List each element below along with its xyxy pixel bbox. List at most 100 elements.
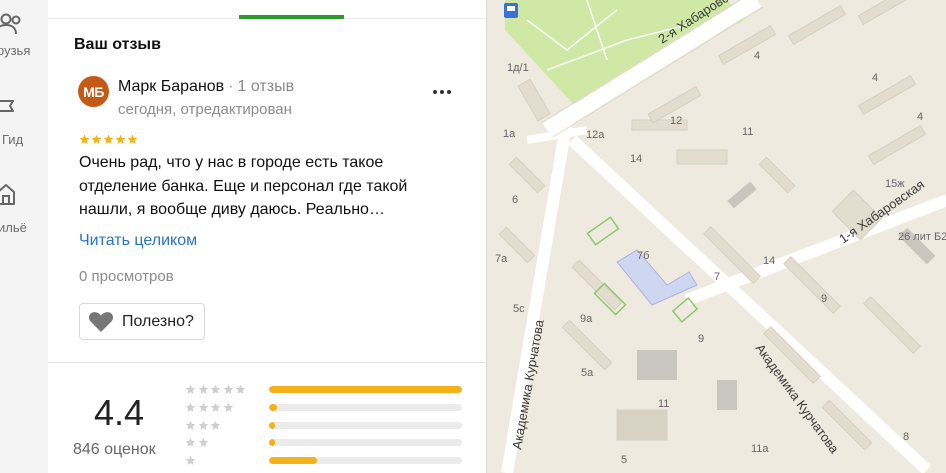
star-icon	[91, 134, 102, 144]
rating-row-stars	[185, 420, 265, 432]
rating-row-stars	[185, 455, 265, 467]
star-icon	[127, 134, 138, 144]
house-number-label: 12	[670, 115, 682, 127]
house-number-label: 4	[917, 111, 923, 123]
section-divider	[48, 362, 486, 363]
house-number-label: 4	[754, 50, 760, 62]
nav-item-housing[interactable]: ильё	[0, 182, 48, 242]
house-number-label: 1а	[503, 128, 516, 140]
friends-icon	[0, 13, 21, 35]
house-number-label: 7б	[637, 250, 649, 262]
rating-count: 846 оценок	[73, 441, 156, 458]
rating-row-2	[185, 437, 465, 449]
star-icon	[210, 384, 221, 394]
house-number-label: 11	[658, 398, 669, 410]
rating-row-bar	[269, 422, 462, 429]
star-icon	[185, 437, 196, 447]
rating-row-stars	[185, 402, 265, 414]
star-icon	[115, 134, 126, 144]
house-number-label: 4	[872, 72, 878, 84]
star-icon	[198, 437, 208, 447]
review-rating-stars	[79, 134, 138, 146]
rating-row-1	[185, 455, 465, 467]
active-tab-indicator	[239, 15, 344, 19]
star-icon	[79, 134, 90, 144]
house-number-label: 15ж	[885, 178, 905, 190]
star-icon	[198, 384, 208, 394]
star-icon	[185, 384, 196, 394]
read-more-link[interactable]: Читать целиком	[79, 232, 197, 250]
rating-row-fill	[269, 404, 277, 411]
nav-label-guide: Гид	[2, 132, 24, 147]
star-icon	[185, 420, 196, 430]
rating-row-bar	[269, 457, 462, 464]
star-icon	[210, 402, 221, 412]
star-icon	[198, 402, 208, 412]
house-number-label: 8	[903, 431, 909, 443]
author-line: Марк Баранов · 1 отзыв	[118, 78, 294, 96]
helpful-label: Полезно?	[122, 313, 194, 330]
more-dot-icon	[440, 90, 444, 94]
avatar[interactable]: МБ	[78, 76, 109, 107]
more-dot-icon	[447, 90, 451, 94]
house-number-label: 7	[714, 271, 720, 283]
house-number-label: 5а	[581, 367, 594, 379]
star-icon	[223, 384, 233, 394]
star-icon	[210, 420, 221, 430]
review-panel: Ваш отзыв МБ Марк Баранов · 1 отзыв сегодн…	[48, 0, 487, 473]
star-icon	[198, 420, 208, 430]
house-number-label: 6	[512, 194, 518, 206]
star-icon	[235, 384, 246, 394]
review-date: сегодня, отредактирован	[118, 101, 292, 118]
nav-item-friends[interactable]: рузья	[0, 8, 48, 68]
house-number-label: 1д/1	[507, 62, 529, 74]
housing-icon	[0, 184, 15, 205]
house-number-label: 11а	[751, 443, 769, 455]
house-number-label: 9	[698, 333, 704, 345]
house-number-label: 9	[821, 293, 827, 305]
house-number-label: 5с	[513, 303, 525, 315]
house-number-label: 11	[742, 126, 753, 138]
rating-row-4	[185, 402, 465, 414]
house-number-label: 26 лит Б2	[898, 231, 946, 243]
house-number-label: 12а	[586, 129, 605, 141]
rating-row-bar	[269, 404, 462, 411]
star-icon	[185, 402, 196, 412]
rating-row-bar	[269, 386, 462, 393]
rating-row-fill	[269, 422, 275, 429]
house-number-label: 5	[621, 454, 627, 466]
rating-row-fill	[269, 439, 275, 446]
bus-stop-icon	[504, 3, 518, 18]
house-number-label: 14	[763, 255, 775, 267]
review-text: Очень рад, что у нас в городе есть такое…	[79, 154, 408, 218]
house-number-label: 14	[630, 153, 642, 165]
rating-row-bar	[269, 439, 462, 446]
rating-row-fill	[269, 386, 462, 393]
house-number-label: 7а	[495, 253, 508, 265]
section-title: Ваш отзыв	[74, 36, 161, 53]
heart-icon	[88, 312, 114, 332]
map-canvas[interactable]: 2-я Хабаровская 1-я Хабаровская Академик…	[487, 0, 946, 473]
author-name[interactable]: Марк Баранов	[118, 78, 224, 95]
rating-row-5	[185, 384, 465, 396]
guide-icon	[0, 100, 14, 112]
rating-row-stars	[185, 384, 265, 396]
helpful-button[interactable]: Полезно?	[79, 303, 205, 340]
views-count: 0 просмотров	[79, 268, 174, 285]
map-view[interactable]: 2-я Хабаровская 1-я Хабаровская Академик…	[487, 0, 946, 473]
star-icon	[185, 455, 196, 465]
star-icon	[223, 402, 233, 412]
more-options-button[interactable]	[427, 80, 457, 104]
rating-row-stars	[185, 437, 265, 449]
side-nav: рузья Гид ильё	[0, 0, 49, 473]
author-review-count: 1 отзыв	[237, 78, 295, 95]
more-dot-icon	[433, 90, 437, 94]
average-rating: 4.4	[94, 392, 145, 433]
nav-label-housing: ильё	[0, 220, 27, 235]
nav-label-friends: рузья	[0, 43, 31, 58]
author-separator: ·	[228, 78, 234, 95]
nav-item-guide[interactable]: Гид	[0, 98, 48, 158]
rating-row-fill	[269, 457, 318, 464]
house-number-label: 9а	[580, 313, 593, 325]
rating-row-3	[185, 420, 465, 432]
